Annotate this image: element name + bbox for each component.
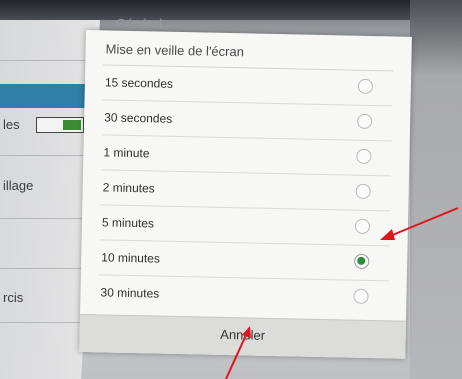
red-arrow-icon bbox=[225, 326, 251, 379]
red-arrow-icon bbox=[380, 207, 459, 240]
annotation-arrows bbox=[225, 207, 459, 379]
